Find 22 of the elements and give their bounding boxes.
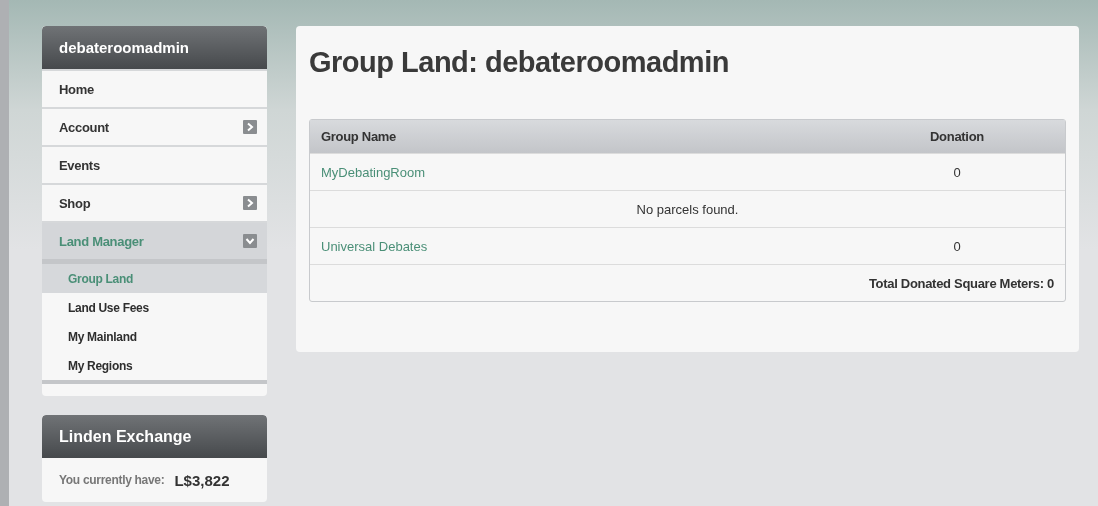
chevron-down-icon bbox=[243, 234, 257, 248]
chevron-right-icon bbox=[243, 120, 257, 134]
sidebar-title: debateroomadmin bbox=[42, 26, 267, 69]
group-link[interactable]: Universal Debates bbox=[310, 238, 849, 254]
balance-value: L$3,822 bbox=[174, 471, 230, 489]
page-title: Group Land: debateroomadmin bbox=[309, 46, 730, 79]
submenu-item[interactable]: My Regions bbox=[42, 351, 267, 380]
table-cell-text: 0 bbox=[952, 238, 962, 254]
empty-message: No parcels found. bbox=[635, 201, 740, 217]
menu-item[interactable]: Events bbox=[42, 145, 267, 183]
submenu-item[interactable]: Land Use Fees bbox=[42, 293, 267, 322]
table-cell-text: 0 bbox=[952, 164, 962, 180]
total-text: Total Donated Square Meters: 0 bbox=[867, 275, 1055, 291]
menu-item[interactable]: Home bbox=[42, 69, 267, 107]
menu-item[interactable]: Account bbox=[42, 107, 267, 145]
column-header: Donation bbox=[929, 129, 985, 144]
group-link[interactable]: MyDebatingRoom bbox=[310, 164, 849, 180]
column-header: Group Name bbox=[320, 129, 397, 144]
chevron-right-icon bbox=[243, 196, 257, 210]
balance-label: You currently have: bbox=[59, 473, 165, 487]
submenu-item[interactable]: My Mainland bbox=[42, 322, 267, 351]
panel-title: Linden Exchange bbox=[42, 415, 267, 458]
